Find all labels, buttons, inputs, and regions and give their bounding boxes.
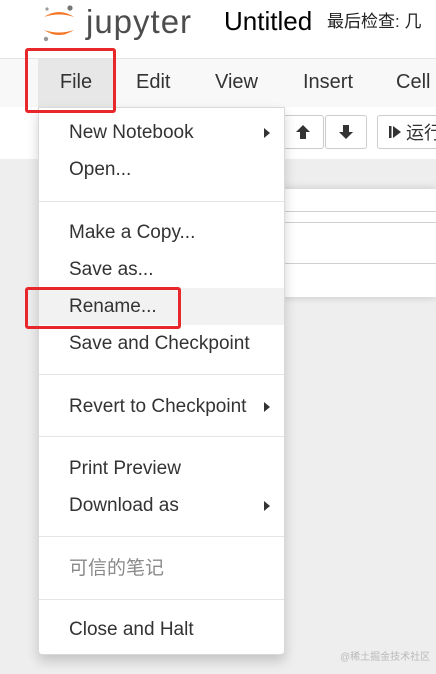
menu-item-trusted-notebook: 可信的笔记: [39, 550, 284, 587]
notebook-container: [282, 189, 436, 297]
menu-item-download-as[interactable]: Download as: [39, 487, 284, 524]
menu-item-save-as[interactable]: Save as...: [39, 251, 284, 288]
watermark: @稀土掘金技术社区: [340, 652, 431, 663]
menu-divider: [39, 201, 284, 202]
menu-item-close-and-halt[interactable]: Close and Halt: [39, 611, 284, 648]
submenu-caret-icon: [264, 128, 270, 138]
run-button-label: 运行: [406, 123, 436, 143]
menu-item-save-and-checkpoint[interactable]: Save and Checkpoint: [39, 325, 284, 362]
cell-border: [282, 211, 436, 212]
cell-border: [282, 222, 436, 223]
checkpoint-status: 最后检查: 几: [327, 12, 422, 31]
menu-item-label: Open...: [69, 159, 132, 180]
menu-item-label: Save as...: [69, 259, 154, 280]
run-cell-button[interactable]: 运行: [377, 115, 436, 149]
step-forward-icon: [389, 126, 401, 138]
menu-item-label: Save and Checkpoint: [69, 333, 250, 354]
menu-item-label: Make a Copy...: [69, 222, 196, 243]
menu-item-label: New Notebook: [69, 122, 194, 143]
file-menu-highlight-box: [25, 48, 116, 113]
menu-insert[interactable]: Insert: [303, 59, 353, 107]
menu-item-make-a-copy[interactable]: Make a Copy...: [39, 214, 284, 251]
menu-divider: [39, 374, 284, 375]
menu-item-new-notebook[interactable]: New Notebook: [39, 114, 284, 151]
jupyter-logo-icon: [43, 5, 74, 42]
menu-item-label: 可信的笔记: [69, 558, 165, 579]
menu-divider: [39, 436, 284, 437]
move-cell-down-button[interactable]: [325, 115, 367, 149]
submenu-caret-icon: [264, 501, 270, 511]
menu-item-label: Download as: [69, 495, 179, 516]
menu-divider: [39, 536, 284, 537]
menu-cell[interactable]: Cell: [396, 59, 430, 107]
arrow-up-icon: [296, 125, 310, 139]
move-cell-up-button[interactable]: [282, 115, 324, 149]
menu-item-open[interactable]: Open...: [39, 151, 284, 188]
notebook-title[interactable]: Untitled: [224, 4, 312, 38]
menu-edit[interactable]: Edit: [136, 59, 170, 107]
menu-item-label: Print Preview: [69, 458, 181, 479]
arrow-down-icon: [339, 125, 353, 139]
rename-highlight-box: [25, 287, 181, 329]
menu-item-print-preview[interactable]: Print Preview: [39, 450, 284, 487]
menu-item-label: Revert to Checkpoint: [69, 396, 247, 417]
menu-divider: [39, 599, 284, 600]
menu-view[interactable]: View: [215, 59, 258, 107]
submenu-caret-icon: [264, 402, 270, 412]
file-dropdown-menu: New Notebook Open... Make a Copy... Save…: [38, 107, 285, 655]
menu-item-revert-to-checkpoint[interactable]: Revert to Checkpoint: [39, 388, 284, 425]
menu-item-label: Close and Halt: [69, 619, 194, 640]
cell-border: [282, 263, 436, 264]
jupyter-wordmark: jupyter: [86, 3, 193, 40]
